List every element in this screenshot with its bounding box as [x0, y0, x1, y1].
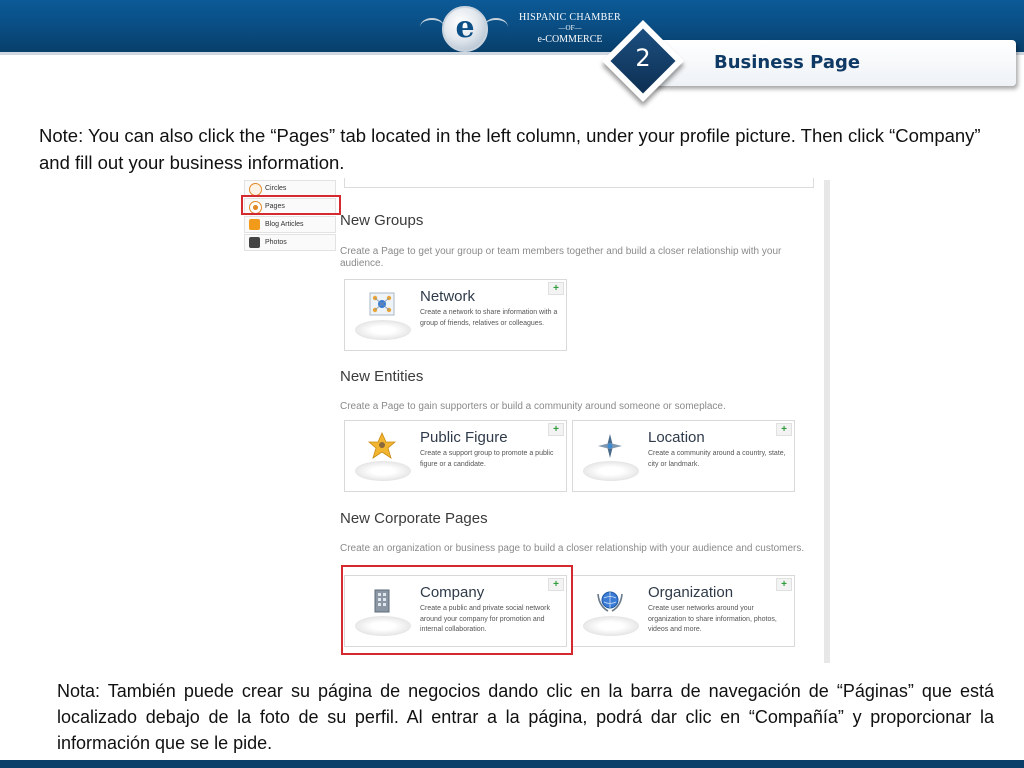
footer-bar	[0, 760, 1024, 768]
compass-icon	[598, 434, 622, 458]
pages-highlight-box	[241, 195, 341, 215]
note-spanish: Nota: También puede crear su página de n…	[57, 681, 994, 753]
step-title: Business Page	[714, 52, 861, 73]
laurel-left-icon	[420, 18, 444, 36]
add-organization-button[interactable]: +	[776, 578, 792, 591]
card-title: Public Figure	[420, 429, 508, 446]
profile-box-edge	[344, 178, 814, 188]
section-title-new-groups: New Groups	[340, 212, 424, 229]
star-person-icon	[367, 432, 397, 459]
section-desc-new-corporate-pages: Create an organization or business page …	[340, 543, 805, 554]
laurel-right-icon	[484, 18, 508, 36]
add-location-button[interactable]: +	[776, 423, 792, 436]
globe-laurel-icon	[597, 591, 623, 612]
card-title: Network	[420, 288, 476, 305]
section-desc-new-entities: Create a Page to gain supporters or buil…	[340, 401, 726, 412]
card-desc: Create a support group to promote a publ…	[420, 450, 554, 468]
side-item-label: Blog Articles	[265, 221, 304, 228]
logo-emblem-icon: e	[442, 6, 488, 52]
logo-line-1: HISPANIC CHAMBER	[519, 12, 621, 23]
card-desc: Create user networks around your organiz…	[648, 605, 777, 633]
card-title: Organization	[648, 584, 734, 601]
side-item-photos[interactable]: Photos	[244, 234, 336, 251]
camera-icon	[249, 237, 260, 248]
chamber-logo: e HISPANIC CHAMBER —OF— e-COMMERCE	[420, 4, 630, 52]
section-desc-new-groups: Create a Page to get your group or team …	[340, 246, 782, 269]
step-tab: Business Page	[650, 40, 1016, 86]
card-title: Location	[648, 429, 705, 446]
card-desc: Create a network to share information wi…	[420, 309, 558, 327]
section-title-new-entities: New Entities	[340, 368, 424, 385]
step-number: 2	[635, 44, 651, 72]
card-organization[interactable]: + Organization Create user networks arou…	[572, 575, 795, 647]
card-pedestal	[583, 616, 639, 636]
card-public-figure[interactable]: + Public Figure Create a support group t…	[344, 420, 567, 492]
add-public-figure-button[interactable]: +	[548, 423, 564, 436]
company-highlight-box	[341, 565, 573, 655]
card-pedestal	[355, 461, 411, 481]
logo-line-2: —OF—	[558, 24, 582, 32]
card-network[interactable]: + Network Create a network to share info…	[344, 279, 567, 351]
card-desc: Create a community around a country, sta…	[648, 450, 786, 468]
side-menu: Circles Pages Blog Articles Photos	[241, 180, 341, 252]
embedded-screenshot: Circles Pages Blog Articles Photos New G…	[241, 178, 848, 663]
card-pedestal	[583, 461, 639, 481]
logo-line-3: e-COMMERCE	[537, 34, 603, 45]
blog-articles-icon	[249, 219, 260, 230]
side-item-label: Photos	[265, 239, 287, 246]
section-title-new-corporate-pages: New Corporate Pages	[340, 510, 488, 527]
card-pedestal	[355, 320, 411, 340]
logo-text: HISPANIC CHAMBER —OF— e-COMMERCE	[510, 12, 630, 45]
note-english: Note: You can also click the “Pages” tab…	[39, 125, 981, 173]
side-item-blog-articles[interactable]: Blog Articles	[244, 216, 336, 233]
scrollbar[interactable]	[824, 180, 830, 663]
add-network-button[interactable]: +	[548, 282, 564, 295]
side-item-label: Circles	[265, 185, 287, 192]
card-location[interactable]: + Location Create a community around a c…	[572, 420, 795, 492]
logo-emblem-letter: e	[455, 10, 475, 45]
network-icon	[369, 292, 395, 316]
